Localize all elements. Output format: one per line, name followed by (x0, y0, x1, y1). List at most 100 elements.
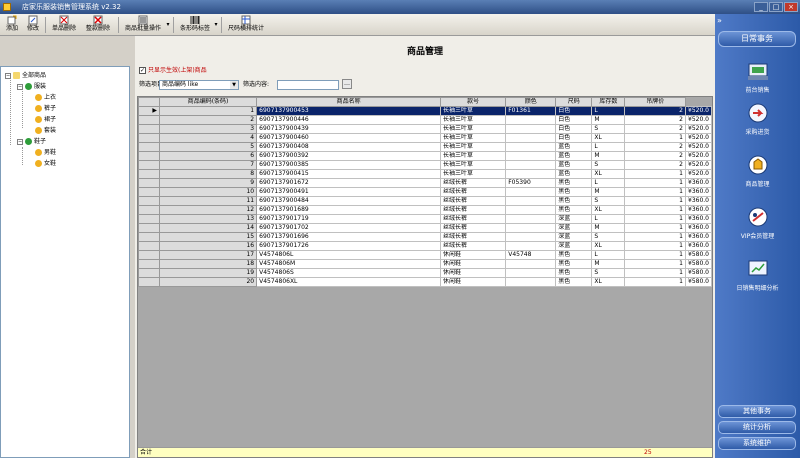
statistics-button[interactable]: 统计分析 (718, 421, 796, 434)
row-number[interactable]: 13 (158, 214, 258, 224)
table-cell[interactable]: 蓝色 (555, 160, 593, 170)
table-cell[interactable]: 2 (624, 124, 686, 134)
table-row[interactable]: 9 6907137901672 丝绒长裤 F05390 黑色 L 1 ¥360.0 (138, 178, 712, 188)
table-cell[interactable]: 1 (624, 277, 686, 287)
row-number[interactable]: 11 (158, 196, 258, 206)
daily-tasks-header[interactable]: 日常事务 (718, 31, 796, 47)
table-cell[interactable]: 1 (624, 196, 686, 206)
table-cell[interactable]: 6907137900408 (256, 142, 442, 152)
close-button[interactable]: × (784, 2, 798, 12)
table-cell[interactable]: 丝绒长裤 (440, 232, 507, 242)
table-cell[interactable]: F01361 (505, 106, 557, 116)
table-cell[interactable]: 1 (624, 268, 686, 278)
table-cell[interactable]: 6907137900484 (256, 196, 442, 206)
table-cell[interactable]: L (591, 178, 626, 188)
table-cell[interactable]: 丝绒长裤 (440, 178, 507, 188)
table-cell[interactable]: ¥520.0 (685, 169, 712, 179)
table-cell[interactable]: 1 (624, 214, 686, 224)
checkbox-icon[interactable]: ✓ (139, 67, 146, 74)
batch-operation-button[interactable]: 商品批量操作 (121, 15, 165, 35)
table-row[interactable]: 4 6907137900460 长袖三叶草 白色 XL 1 ¥520.0 (138, 133, 712, 143)
table-cell[interactable]: ¥520.0 (685, 151, 712, 161)
table-cell[interactable]: 黑色 (555, 187, 593, 197)
table-cell[interactable]: 黑色 (555, 178, 593, 188)
row-indicator[interactable] (138, 142, 160, 152)
table-cell[interactable]: 6907137900415 (256, 169, 442, 179)
table-cell[interactable]: 1 (624, 187, 686, 197)
row-indicator[interactable] (138, 214, 160, 224)
table-cell[interactable]: 蓝色 (555, 169, 593, 179)
row-indicator[interactable] (138, 223, 160, 233)
table-cell[interactable]: ¥360.0 (685, 223, 712, 233)
row-indicator[interactable] (138, 259, 160, 269)
filter-item-select[interactable]: 商品编码 like ▼ (159, 80, 239, 90)
tree-node-leaf[interactable]: 套装 (35, 126, 56, 135)
table-cell[interactable]: S (591, 232, 626, 242)
table-cell[interactable]: 深蓝 (555, 214, 593, 224)
table-cell[interactable]: 蓝色 (555, 151, 593, 161)
table-row[interactable]: 6 6907137900392 长袖三叶草 蓝色 M 2 ¥520.0 (138, 151, 712, 161)
tree-node-leaf[interactable]: 女鞋 (35, 159, 56, 168)
row-indicator[interactable] (138, 151, 160, 161)
table-cell[interactable]: F05390 (505, 178, 557, 188)
minimize-button[interactable]: _ (754, 2, 768, 12)
other-tasks-button[interactable]: 其他事务 (718, 405, 796, 418)
table-cell[interactable]: 丝绒长裤 (440, 205, 507, 215)
table-row[interactable]: 13 6907137901719 丝绒长裤 深蓝 L 1 ¥360.0 (138, 214, 712, 224)
table-cell[interactable]: ¥580.0 (685, 268, 712, 278)
table-cell[interactable] (505, 115, 557, 125)
nav-analysis[interactable]: 日销售明细分析 (715, 258, 800, 292)
table-cell[interactable]: M (591, 187, 626, 197)
table-cell[interactable]: 长袖三叶草 (440, 169, 507, 179)
table-cell[interactable]: ¥360.0 (685, 205, 712, 215)
table-cell[interactable]: XL (591, 277, 626, 287)
table-cell[interactable]: 6907137900446 (256, 115, 442, 125)
table-cell[interactable]: 长袖三叶草 (440, 142, 507, 152)
table-cell[interactable]: 6907137900439 (256, 124, 442, 134)
table-cell[interactable]: 长袖三叶草 (440, 124, 507, 134)
table-cell[interactable]: 黑色 (555, 268, 593, 278)
row-number[interactable]: 9 (158, 178, 258, 188)
table-cell[interactable]: 黑色 (555, 250, 593, 260)
table-cell[interactable]: M (591, 151, 626, 161)
edit-button[interactable]: 修改 (24, 15, 42, 35)
table-cell[interactable]: ¥360.0 (685, 232, 712, 242)
row-number[interactable]: 1 (158, 106, 258, 116)
row-number[interactable]: 16 (158, 241, 258, 251)
table-cell[interactable]: 6907137901726 (256, 241, 442, 251)
table-cell[interactable]: ¥580.0 (685, 277, 712, 287)
table-cell[interactable]: 6907137901702 (256, 223, 442, 233)
collapse-icon[interactable]: − (17, 83, 23, 90)
table-cell[interactable]: 白色 (555, 133, 593, 143)
table-cell[interactable] (505, 142, 557, 152)
tree-node-leaf[interactable]: 上衣 (35, 93, 56, 102)
row-number[interactable]: 15 (158, 232, 258, 242)
table-cell[interactable]: 丝绒长裤 (440, 241, 507, 251)
table-row[interactable]: 19 V4574806S 休闲鞋 黑色 S 1 ¥580.0 (138, 268, 712, 278)
table-cell[interactable] (505, 151, 557, 161)
table-cell[interactable]: 白色 (555, 106, 593, 116)
column-header[interactable]: 颜色 (505, 97, 557, 107)
table-cell[interactable]: 白色 (555, 124, 593, 134)
table-cell[interactable]: 2 (624, 151, 686, 161)
table-cell[interactable]: S (591, 196, 626, 206)
table-cell[interactable]: 2 (624, 160, 686, 170)
table-cell[interactable]: 丝绒长裤 (440, 196, 507, 206)
table-cell[interactable]: ¥360.0 (685, 187, 712, 197)
table-row[interactable]: 5 6907137900408 长袖三叶草 蓝色 L 2 ¥520.0 (138, 142, 712, 152)
size-stats-button[interactable]: 尺码横排统计 (224, 15, 268, 35)
tree-node-group[interactable]: − 鞋子 (17, 137, 46, 146)
table-row[interactable]: 10 6907137900491 丝绒长裤 黑色 M 1 ¥360.0 (138, 187, 712, 197)
barcode-label-button[interactable]: 条形码标签 (176, 15, 214, 35)
table-cell[interactable]: ¥520.0 (685, 106, 712, 116)
table-cell[interactable]: 休闲鞋 (440, 277, 507, 287)
nav-vip[interactable]: VIP会员管理 (715, 206, 800, 240)
table-cell[interactable]: ¥360.0 (685, 196, 712, 206)
table-cell[interactable] (505, 124, 557, 134)
row-indicator[interactable] (138, 250, 160, 260)
table-cell[interactable]: 6907137900385 (256, 160, 442, 170)
row-number[interactable]: 19 (158, 268, 258, 278)
column-header[interactable]: 库存数 (591, 97, 626, 107)
table-cell[interactable]: 白色 (555, 115, 593, 125)
table-cell[interactable]: 休闲鞋 (440, 268, 507, 278)
